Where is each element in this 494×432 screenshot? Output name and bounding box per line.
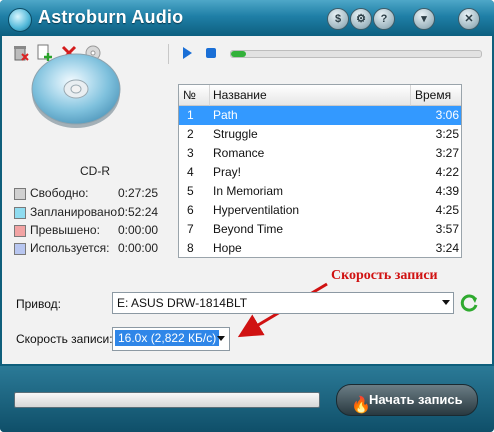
track-row[interactable]: 5 In Memoriam 4:39 <box>179 182 461 201</box>
playback-progress-fill <box>231 51 246 57</box>
track-list[interactable]: № Название Время 1 Path 3:06 2 Struggle 3:25… <box>178 84 462 258</box>
column-header-title[interactable]: Название <box>210 85 411 106</box>
speed-select[interactable]: 16.0x (2,822 КБ/с) <box>112 327 230 351</box>
legend-swatch-planned <box>14 207 26 219</box>
chevron-down-icon <box>217 336 225 341</box>
app-window: Astroburn Audio $ ⚙ ? ▾ ✕ CD-R Свободно:… <box>0 0 494 432</box>
erase-disc-icon[interactable] <box>12 44 30 62</box>
burn-progress-bar <box>14 392 320 408</box>
speed-label: Скорость записи: <box>16 332 113 346</box>
track-row[interactable]: 2 Struggle 3:25 <box>179 125 461 144</box>
cd-disc-icon <box>30 47 122 131</box>
start-burn-button[interactable]: 🔥 Начать запись <box>336 384 478 416</box>
track-row[interactable]: 7 Beyond Time 3:57 <box>179 220 461 239</box>
column-header-time[interactable]: Время <box>411 85 461 106</box>
drive-select[interactable]: E: ASUS DRW-1814BLT <box>112 292 454 314</box>
help-button[interactable]: ? <box>373 8 395 30</box>
title-bar[interactable]: Astroburn Audio $ ⚙ ? ▾ ✕ <box>0 0 494 36</box>
legend-swatch-free <box>14 188 26 200</box>
stat-free: Свободно: 0:27:25 <box>14 186 184 202</box>
refresh-icon[interactable] <box>458 292 480 314</box>
annotation-label: Скорость записи <box>331 268 438 283</box>
stat-exceeded: Превышено: 0:00:00 <box>14 223 184 239</box>
track-row[interactable]: 1 Path 3:06 <box>179 106 461 125</box>
track-row[interactable]: 3 Romance 3:27 <box>179 144 461 163</box>
window-title: Astroburn Audio <box>38 7 184 27</box>
playback-progress[interactable] <box>230 50 482 58</box>
stat-planned: Запланировано: 0:52:24 <box>14 205 184 221</box>
stat-used: Используется: 0:00:00 <box>14 241 184 257</box>
legend-swatch-used <box>14 243 26 255</box>
column-header-number[interactable]: № <box>179 85 210 106</box>
flame-icon: 🔥 <box>351 397 371 414</box>
track-row[interactable]: 8 Hope 3:24 <box>179 239 461 257</box>
stop-icon[interactable] <box>202 44 220 62</box>
track-row[interactable]: 4 Pray! 4:22 <box>179 163 461 182</box>
legend-swatch-exceeded <box>14 225 26 237</box>
play-icon[interactable] <box>178 44 196 62</box>
disc-type-label: CD-R <box>80 164 110 178</box>
drive-label: Привод: <box>16 297 61 311</box>
astroburn-logo-icon <box>8 8 32 32</box>
minimize-button[interactable]: ▾ <box>413 8 435 30</box>
toolbar-divider <box>168 44 169 64</box>
track-row[interactable]: 6 Hyperventilation 4:25 <box>179 201 461 220</box>
skins-button[interactable]: $ <box>327 8 349 30</box>
settings-button[interactable]: ⚙ <box>350 8 372 30</box>
close-button[interactable]: ✕ <box>458 8 480 30</box>
chevron-down-icon <box>442 300 450 305</box>
